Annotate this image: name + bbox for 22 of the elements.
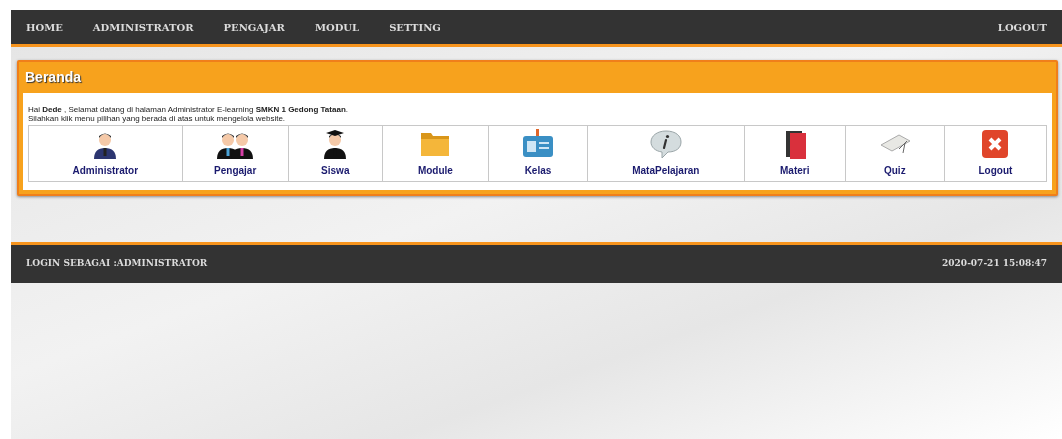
nav-link[interactable]: PENGAJAR xyxy=(223,19,285,35)
menu-tile[interactable]: Administrator xyxy=(29,126,182,181)
menu-tile[interactable]: Quiz xyxy=(844,126,944,181)
menu-tile[interactable]: Siswa xyxy=(287,126,382,181)
menu-tile[interactable]: Module xyxy=(381,126,488,181)
date-time: 2020-07-21 15:08:47 xyxy=(942,257,1047,271)
welcome-text: Hai Dede , Selamat datang di halaman Administrator E-learning SMKN 1 Gedong Tataan. xyxy=(28,105,349,114)
menu-tile[interactable]: Pengajar xyxy=(181,126,288,181)
nav-link[interactable]: HOME xyxy=(26,19,63,35)
welcome-text: Silahkan klik menu pilihan yang berada di atas untuk mengelola website. xyxy=(28,114,287,123)
menu-tile[interactable]: MataPelajaran xyxy=(587,126,744,181)
info-speech-bubble-icon xyxy=(647,129,684,159)
login-status: LOGIN SEBAGAI :ADMINISTRATOR xyxy=(26,257,208,271)
menu-tile[interactable]: Materi xyxy=(743,126,845,181)
panel-title: Beranda xyxy=(24,68,83,87)
menu-tile[interactable]: Kelas xyxy=(487,126,588,181)
nav-link[interactable]: MODUL xyxy=(314,19,360,35)
logout-link[interactable]: LOGOUT xyxy=(997,19,1047,35)
id-card-icon xyxy=(520,129,556,159)
nav-link[interactable]: SETTING xyxy=(389,19,441,35)
nav-link[interactable]: ADMINISTRATOR xyxy=(92,19,194,35)
menu-tile[interactable]: Logout xyxy=(943,126,1046,181)
